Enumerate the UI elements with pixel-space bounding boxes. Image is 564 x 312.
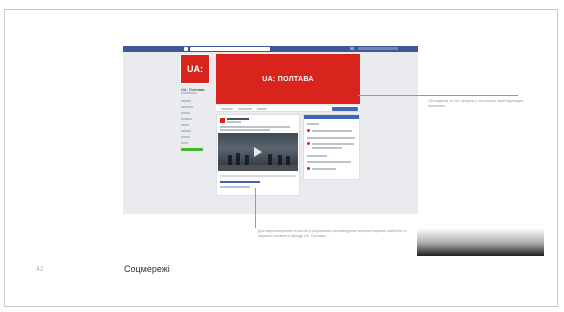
facebook-nav-links <box>358 47 398 50</box>
post-author <box>227 118 249 120</box>
about-line <box>307 155 327 157</box>
about-line <box>312 130 352 132</box>
section-title: Соцмережі <box>124 264 170 274</box>
facebook-logo-icon <box>184 47 188 51</box>
profile-picture: UA: <box>180 54 210 84</box>
post-avatar <box>220 118 225 123</box>
about-line <box>312 168 336 170</box>
page-number: 42 <box>36 266 44 273</box>
facebook-search-field <box>190 47 270 51</box>
gradient-swatch <box>417 229 544 256</box>
video-figure <box>236 153 240 165</box>
about-line <box>307 161 351 163</box>
tab-chip <box>238 108 252 110</box>
video-figure <box>245 155 249 165</box>
like-button <box>332 107 358 111</box>
about-card-header <box>304 115 359 119</box>
tab-chip <box>257 108 267 110</box>
sidebar-link <box>181 136 190 138</box>
sidebar-link <box>181 100 191 102</box>
about-card <box>303 114 360 180</box>
tab-chip <box>221 108 233 110</box>
post-video <box>218 133 298 171</box>
sidebar-link <box>181 130 191 132</box>
page-handle <box>181 92 197 94</box>
cover-image: UA: ПОЛТАВА <box>216 54 360 104</box>
about-bullet-icon <box>307 142 310 145</box>
about-line <box>312 147 342 149</box>
sidebar-link <box>181 106 193 108</box>
video-figure <box>228 155 232 165</box>
about-line <box>307 137 355 139</box>
facebook-top-bar <box>123 46 418 52</box>
facebook-page-screenshot: UA: UA: Полтава UA: ПОЛТАВА <box>123 46 418 214</box>
about-bullet-icon <box>307 167 310 170</box>
about-line <box>307 123 319 125</box>
video-street <box>218 165 298 171</box>
post-text-line <box>220 126 290 128</box>
notification-icon <box>350 47 354 50</box>
post-text-line <box>220 129 270 131</box>
video-figure <box>268 154 272 165</box>
about-bullet-icon <box>307 129 310 132</box>
facebook-page-layout: UA: UA: Полтава UA: ПОЛТАВА <box>180 54 360 214</box>
callout-leader-right <box>358 95 518 96</box>
page-tabs-bar <box>216 106 360 112</box>
video-figure <box>286 156 290 165</box>
sidebar-link <box>181 124 189 126</box>
sidebar-link <box>181 118 192 120</box>
cover-title: UA: ПОЛТАВА <box>262 75 314 83</box>
post-timestamp <box>227 121 241 123</box>
create-page-button <box>181 148 203 151</box>
about-line <box>312 143 354 145</box>
callout-right-text: Обкладинка та UA: профіль з логотипом, я… <box>428 99 524 108</box>
sidebar-link <box>181 142 188 144</box>
post-share-link <box>220 181 260 183</box>
post-card <box>216 114 300 196</box>
callout-bottom-text: Для відеоматеріалів та постів у соцмереж… <box>258 229 407 238</box>
post-actions-bar <box>220 175 296 177</box>
post-meta-line <box>220 186 250 188</box>
video-figure <box>278 155 282 165</box>
callout-leader-bottom <box>255 188 256 228</box>
sidebar-link <box>181 112 190 114</box>
profile-logo-text: UA: <box>187 64 203 74</box>
play-icon <box>254 147 262 157</box>
